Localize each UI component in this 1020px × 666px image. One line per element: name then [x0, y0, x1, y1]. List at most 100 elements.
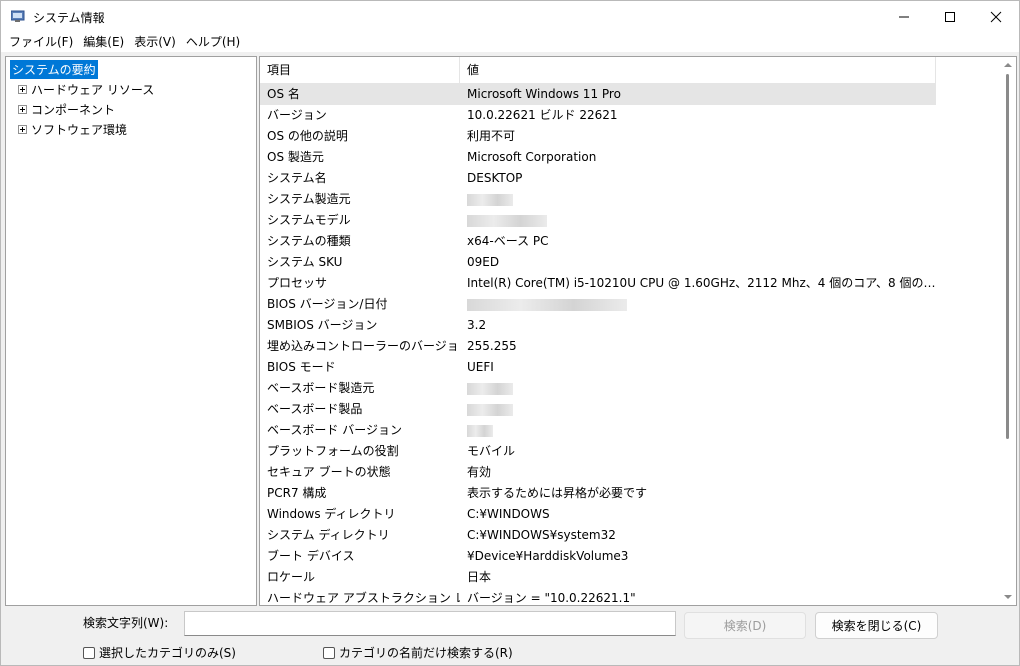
expand-icon[interactable] — [18, 124, 27, 134]
table-row[interactable]: BIOS バージョン/日付 — [260, 294, 936, 315]
system-info-window: システム情報 ファイル(F) 編集(E) 表示(V) ヘルプ(H) システムの要… — [0, 0, 1020, 666]
row-value-cell — [460, 189, 936, 210]
row-value-cell: 有効 — [467, 465, 492, 479]
table-row[interactable]: システム製造元 — [260, 189, 936, 210]
table-row[interactable]: システム ディレクトリ C:¥WINDOWS¥system32 — [260, 525, 936, 546]
category-names-only-checkbox[interactable] — [323, 646, 335, 659]
row-item-cell: BIOS バージョン/日付 — [267, 297, 388, 311]
table-row[interactable]: プロセッサ Intel(R) Core(TM) i5-10210U CPU @ 1… — [260, 273, 936, 294]
table-row[interactable]: システムの種類 x64-ベース PC — [260, 231, 936, 252]
redacted-value — [467, 193, 513, 206]
table-row[interactable]: Windows ディレクトリ C:¥WINDOWS — [260, 504, 936, 525]
title-bar[interactable]: システム情報 — [1, 1, 1019, 32]
row-value-cell: Microsoft Corporation — [467, 150, 597, 164]
details-list: 項目 値 OS 名 Microsoft Windows 11 Pro バージョン 10… — [259, 56, 1017, 606]
table-row[interactable]: OS 名 Microsoft Windows 11 Pro — [260, 84, 936, 105]
row-value-cell: DESKTOP — [467, 171, 523, 185]
tree-item-software-environment[interactable]: ソフトウェア環境 — [10, 120, 127, 138]
table-row[interactable]: システム SKU 09ED — [260, 252, 936, 273]
scroll-thumb[interactable] — [1006, 74, 1009, 439]
list-rows: OS 名 Microsoft Windows 11 Pro バージョン 10.0.22… — [260, 84, 936, 605]
table-row[interactable]: OS の他の説明 利用不可 — [260, 126, 936, 147]
table-row[interactable]: PCR7 構成 表示するためには昇格が必要です — [260, 483, 936, 504]
tree-item-label: システムの要約 — [10, 59, 98, 79]
expand-icon[interactable] — [18, 84, 27, 94]
table-row[interactable]: ロケール 日本 — [260, 567, 936, 588]
row-value-cell: C:¥WINDOWS¥system32 — [467, 528, 616, 542]
row-item-cell: システム ディレクトリ — [267, 528, 390, 542]
tree-item-label: ソフトウェア環境 — [31, 122, 128, 137]
expand-icon[interactable] — [18, 104, 27, 114]
table-row[interactable]: プラットフォームの役割 モバイル — [260, 441, 936, 462]
tree-item-components[interactable]: コンポーネント — [10, 100, 115, 118]
minimize-icon — [899, 16, 909, 17]
search-label: 検索文字列(W): — [83, 616, 169, 630]
row-value-cell: Microsoft Windows 11 Pro — [467, 87, 621, 101]
table-row[interactable]: ベースボード バージョン — [260, 420, 936, 441]
category-names-only-label: カテゴリの名前だけ検索する(R) — [339, 646, 513, 660]
row-value-cell: 09ED — [467, 255, 500, 269]
row-value-cell: ¥Device¥HarddiskVolume3 — [467, 549, 629, 563]
only-selected-category-checkbox[interactable] — [83, 646, 95, 659]
table-row[interactable]: システム名 DESKTOP — [260, 168, 936, 189]
table-row[interactable]: ベースボード製品 — [260, 399, 936, 420]
redacted-value — [467, 298, 627, 311]
table-row[interactable]: ハードウェア アブストラクション レイヤーバージョン = "10.0.22621… — [260, 588, 936, 605]
row-item-cell: ブート デバイス — [267, 549, 355, 563]
menu-help[interactable]: ヘルプ(H) — [181, 33, 245, 51]
table-row[interactable]: OS 製造元 Microsoft Corporation — [260, 147, 936, 168]
minimize-button[interactable] — [881, 1, 927, 32]
only-selected-category-option[interactable]: 選択したカテゴリのみ(S) — [83, 644, 236, 661]
column-header-value[interactable]: 値 — [460, 57, 936, 84]
tree-item-label: ハードウェア リソース — [31, 82, 155, 97]
menu-bar: ファイル(F) 編集(E) 表示(V) ヘルプ(H) — [1, 32, 1019, 52]
row-value-cell: バージョン = "10.0.22621.1" — [467, 591, 636, 605]
row-value-cell: UEFI — [467, 360, 494, 374]
tree-item-system-summary[interactable]: システムの要約 — [10, 59, 98, 79]
row-value-cell: 10.0.22621 ビルド 22621 — [467, 108, 618, 122]
category-names-only-option[interactable]: カテゴリの名前だけ検索する(R) — [323, 644, 513, 661]
row-value-cell: Intel(R) Core(TM) i5-10210U CPU @ 1.60GH… — [467, 276, 936, 290]
menu-file[interactable]: ファイル(F) — [4, 33, 78, 51]
table-row[interactable]: セキュア ブートの状態 有効 — [260, 462, 936, 483]
close-icon — [990, 11, 1002, 22]
maximize-button[interactable] — [927, 1, 973, 32]
redacted-value — [467, 214, 547, 227]
row-value-cell — [460, 294, 936, 315]
search-button[interactable]: 検索(D) — [684, 612, 806, 639]
scroll-down-icon[interactable] — [1004, 595, 1012, 599]
table-row[interactable]: BIOS モード UEFI — [260, 357, 936, 378]
scroll-up-icon[interactable] — [1004, 63, 1012, 67]
table-row[interactable]: SMBIOS バージョン 3.2 — [260, 315, 936, 336]
tree-item-hardware-resources[interactable]: ハードウェア リソース — [10, 80, 154, 98]
row-item-cell: 埋め込みコントローラーのバージョン — [267, 339, 460, 353]
search-input[interactable] — [184, 611, 676, 636]
table-row[interactable]: 埋め込みコントローラーのバージョン 255.255 — [260, 336, 936, 357]
menu-view[interactable]: 表示(V) — [129, 33, 181, 51]
row-value-cell: 3.2 — [467, 318, 487, 332]
vertical-scrollbar[interactable] — [1000, 57, 1016, 605]
table-row[interactable]: ベースボード製造元 — [260, 378, 936, 399]
row-value-cell: 表示するためには昇格が必要です — [467, 486, 648, 500]
row-item-cell: プラットフォームの役割 — [267, 444, 399, 458]
row-item-cell: セキュア ブートの状態 — [267, 465, 391, 479]
row-item-cell: システム製造元 — [267, 192, 351, 206]
row-value-cell — [460, 420, 936, 441]
row-item-cell: OS 製造元 — [267, 150, 324, 164]
redacted-value — [467, 424, 493, 437]
table-row[interactable]: バージョン 10.0.22621 ビルド 22621 — [260, 105, 936, 126]
category-tree: システムの要約 ハードウェア リソース コンポーネント ソフトウェア環境 — [5, 56, 257, 606]
column-header-item[interactable]: 項目 — [260, 57, 460, 84]
close-button[interactable] — [973, 1, 1019, 32]
row-item-cell: Windows ディレクトリ — [267, 507, 396, 521]
close-search-button[interactable]: 検索を閉じる(C) — [815, 612, 938, 639]
tree-item-label: コンポーネント — [31, 102, 116, 117]
row-item-cell: システムの種類 — [267, 234, 351, 248]
redacted-value — [467, 382, 513, 395]
row-value-cell — [460, 210, 936, 231]
table-row[interactable]: ブート デバイス ¥Device¥HarddiskVolume3 — [260, 546, 936, 567]
table-row[interactable]: システムモデル — [260, 210, 936, 231]
row-value-cell: 利用不可 — [467, 129, 516, 143]
menu-edit[interactable]: 編集(E) — [78, 33, 129, 51]
row-item-cell: OS 名 — [267, 87, 300, 101]
